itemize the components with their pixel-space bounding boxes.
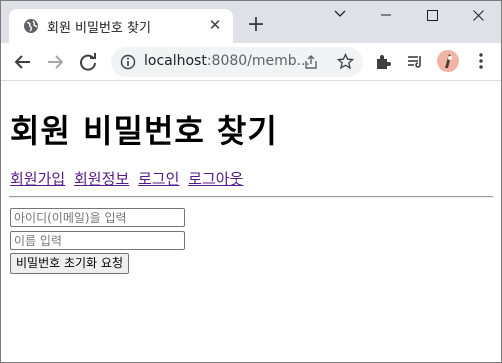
tab-search-button[interactable] [317,1,363,31]
close-icon [472,10,484,21]
page-content: 회원 비밀번호 찾기 회원가입 회원정보 로그인 로그아웃 비밀번호 초기화 요… [1,81,501,362]
tab-title: 회원 비밀번호 찾기 [47,21,151,36]
tab-strip: 회원 비밀번호 찾기 ✕ + [1,1,501,43]
nav-link-logout[interactable]: 로그아웃 [188,170,243,188]
maximize-icon [426,10,438,21]
url-path: :8080/memb... [206,53,311,69]
reset-password-button[interactable]: 비밀번호 초기화 요청 [10,253,129,274]
maximize-button[interactable] [409,1,455,31]
avatar-image [437,50,459,72]
extensions-puzzle-icon[interactable] [374,53,392,71]
bookmark-star-icon[interactable] [337,53,354,70]
back-arrow-icon[interactable] [12,51,34,73]
nav-links: 회원가입 회원정보 로그인 로그아웃 [10,168,247,189]
globe-icon [24,19,38,33]
share-icon[interactable] [303,54,319,70]
minimize-icon [381,14,391,16]
name-input[interactable] [10,231,185,250]
info-icon[interactable] [120,54,136,70]
url-text[interactable]: localhost:8080/memb... [144,53,310,69]
browser-window: 회원 비밀번호 찾기 ✕ + localhost:8080/memb... 회원… [0,0,502,363]
chevron-down-icon [334,10,346,17]
page-title: 회원 비밀번호 찾기 [10,112,278,150]
profile-avatar[interactable] [437,50,459,72]
reading-list-icon[interactable] [406,53,424,71]
forward-arrow-icon[interactable] [44,51,66,73]
tab-close-icon[interactable]: ✕ [207,16,223,34]
nav-link-signup[interactable]: 회원가입 [10,170,65,188]
address-bar[interactable]: localhost:8080/memb... [111,47,363,77]
divider [9,196,493,198]
url-host: localhost [144,53,207,69]
browser-toolbar: localhost:8080/memb... [1,43,501,81]
browser-tab[interactable]: 회원 비밀번호 찾기 ✕ [9,9,233,43]
more-menu-icon[interactable] [473,52,489,70]
minimize-button[interactable] [363,1,409,31]
new-tab-button[interactable]: + [245,14,267,36]
reload-icon[interactable] [77,51,99,73]
email-id-input[interactable] [10,208,185,227]
nav-link-login[interactable]: 로그인 [138,170,179,188]
nav-link-member-info[interactable]: 회원정보 [74,170,129,188]
close-window-button[interactable] [455,1,501,31]
